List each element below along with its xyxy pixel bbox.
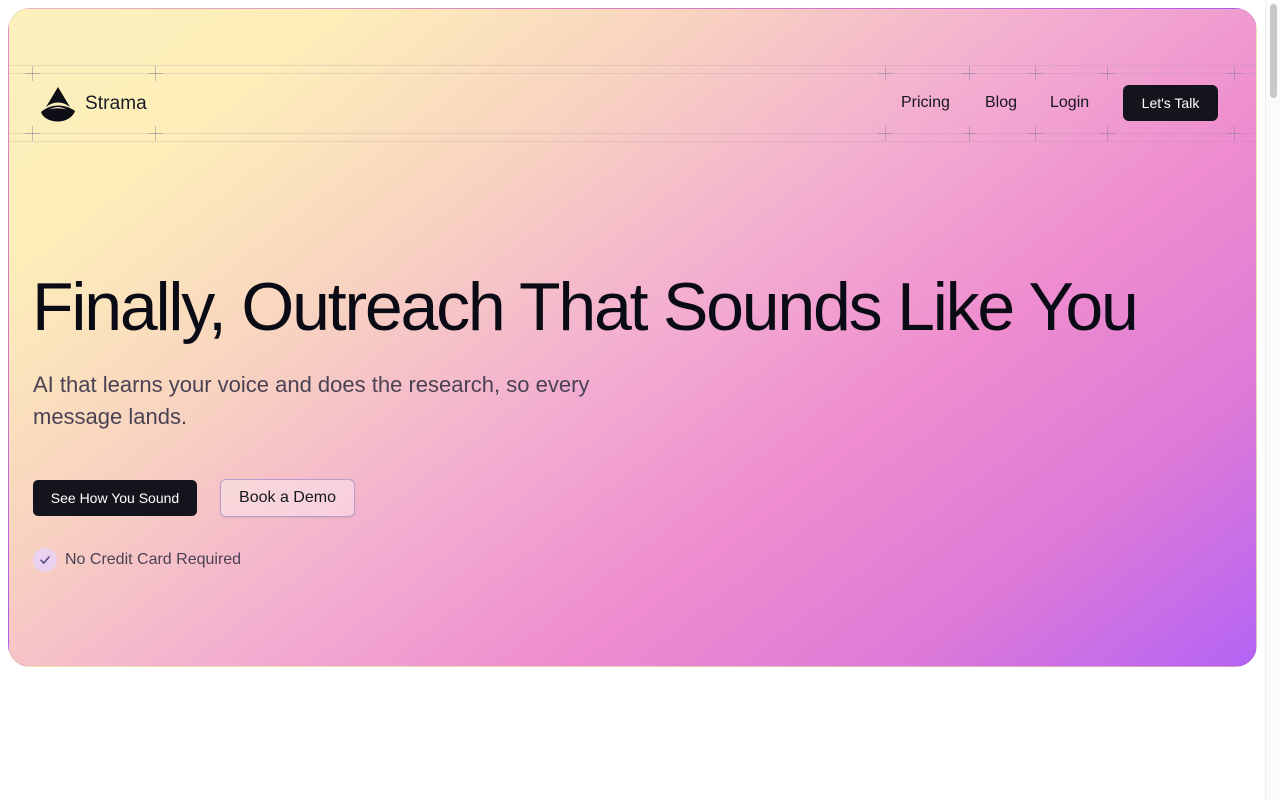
grid-line	[9, 73, 1256, 74]
cross-mark-icon	[962, 66, 977, 81]
check-icon	[33, 548, 57, 572]
cross-mark-icon	[148, 126, 163, 141]
scrollbar-thumb[interactable]	[1270, 4, 1277, 98]
cross-mark-icon	[1227, 126, 1242, 141]
cross-mark-icon	[25, 66, 40, 81]
grid-line	[9, 141, 1256, 142]
see-how-you-sound-button[interactable]: See How You Sound	[33, 480, 197, 516]
cross-mark-icon	[1100, 126, 1115, 141]
hero-headline: Finally, Outreach That Sounds Like You	[32, 269, 1139, 345]
cross-mark-icon	[878, 126, 893, 141]
no-credit-card-note: No Credit Card Required	[33, 548, 241, 572]
cross-mark-icon	[962, 126, 977, 141]
nav-link-blog[interactable]: Blog	[985, 94, 1017, 112]
nav-link-login[interactable]: Login	[1050, 94, 1089, 112]
nav-link-pricing[interactable]: Pricing	[901, 94, 950, 112]
cross-mark-icon	[878, 66, 893, 81]
brand-name: Strama	[85, 93, 147, 114]
hero-section: Strama Pricing Blog Login Let's Talk Fin…	[8, 8, 1257, 667]
cross-mark-icon	[1100, 66, 1115, 81]
strama-logo-icon	[41, 87, 75, 122]
brand-home-link[interactable]: Strama	[39, 85, 147, 123]
page-scrollbar[interactable]	[1265, 0, 1280, 800]
cross-mark-icon	[1028, 66, 1043, 81]
hero-subheading: AI that learns your voice and does the r…	[33, 372, 590, 429]
book-a-demo-button[interactable]: Book a Demo	[220, 479, 355, 517]
grid-line	[9, 133, 1256, 134]
no-credit-card-label: No Credit Card Required	[65, 551, 242, 568]
cross-mark-icon	[148, 66, 163, 81]
grid-line	[9, 65, 1256, 66]
lets-talk-button[interactable]: Let's Talk	[1123, 85, 1218, 121]
cross-mark-icon	[25, 126, 40, 141]
cross-mark-icon	[1028, 126, 1043, 141]
cross-mark-icon	[1227, 66, 1242, 81]
page: Strama Pricing Blog Login Let's Talk Fin…	[0, 0, 1280, 800]
